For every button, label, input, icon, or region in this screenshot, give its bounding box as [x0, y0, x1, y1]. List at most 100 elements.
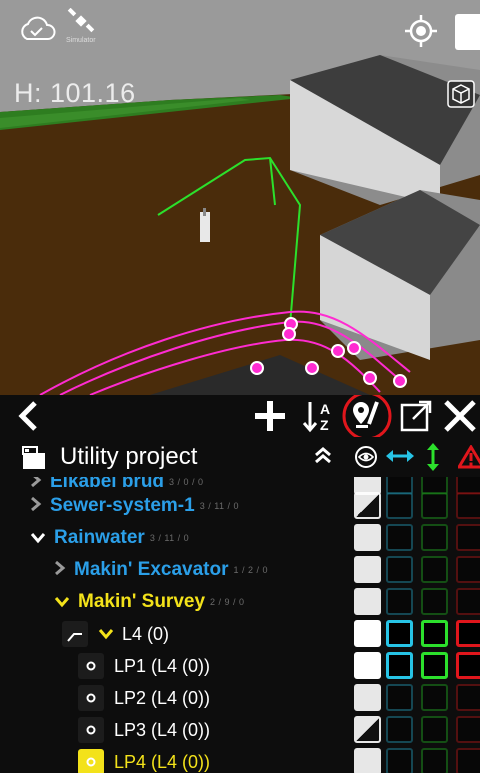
- visibility-toggle[interactable]: [354, 556, 381, 583]
- satellite-icon[interactable]: [66, 7, 96, 39]
- chevron-left-icon: [18, 401, 37, 431]
- plus-icon: [255, 401, 285, 431]
- visibility-toggle[interactable]: [354, 748, 381, 773]
- row-state-cells: [350, 522, 480, 554]
- tree-row-label: Sewer-system-1: [50, 495, 195, 516]
- tree-row-count: 3 / 0 / 0: [169, 477, 204, 487]
- sort-button[interactable]: AZ: [300, 395, 340, 437]
- tree-row[interactable]: LP3 (L4 (0)): [0, 714, 345, 746]
- warning-toggle[interactable]: [456, 652, 480, 679]
- visibility-toggle[interactable]: [354, 588, 381, 615]
- horizontal-toggle[interactable]: [386, 620, 413, 647]
- height-readout: H: 101.16: [14, 78, 136, 108]
- tree-row[interactable]: Makin' Excavator 1 / 2 / 0: [0, 554, 399, 586]
- vertical-arrows-icon[interactable]: [425, 443, 441, 476]
- double-chevron-up-icon[interactable]: [313, 445, 333, 470]
- tree-row-label: LP3 (L4 (0)): [114, 719, 211, 740]
- svg-text:A: A: [320, 401, 330, 417]
- tree-row[interactable]: LP1 (L4 (0)): [0, 650, 345, 682]
- chevron-down-icon[interactable]: [54, 592, 70, 613]
- cube-view-icon[interactable]: [447, 80, 475, 113]
- close-icon: [444, 400, 476, 432]
- vertical-toggle[interactable]: [421, 556, 448, 583]
- tree-row-label: LP4 (L4 (0)): [114, 751, 211, 772]
- warning-toggle[interactable]: [456, 556, 480, 583]
- vertical-toggle[interactable]: [421, 652, 448, 679]
- tree-row[interactable]: Rainwater 3 / 11 / 0: [0, 522, 375, 554]
- warning-icon[interactable]: [456, 444, 480, 474]
- point-icon: [78, 749, 104, 773]
- open-external-icon: [400, 400, 432, 432]
- warning-toggle[interactable]: [456, 588, 480, 615]
- tree-row-label: Makin' Excavator: [74, 559, 229, 580]
- eye-icon[interactable]: [353, 445, 379, 474]
- horizontal-toggle[interactable]: [386, 588, 413, 615]
- chevron-right-icon[interactable]: [30, 496, 42, 517]
- visibility-toggle[interactable]: [354, 684, 381, 711]
- warning-toggle[interactable]: [456, 492, 480, 519]
- tree-row-label: Makin' Survey: [78, 591, 206, 612]
- svg-text:Z: Z: [320, 417, 329, 433]
- line-icon: [62, 621, 88, 647]
- tree-row-count: 3 / 11 / 0: [149, 533, 190, 543]
- expand-button[interactable]: [396, 395, 436, 437]
- tree-row-label: LP1 (L4 (0)): [114, 655, 211, 676]
- tree-row-count: 2 / 9 / 0: [210, 597, 245, 607]
- visibility-toggle[interactable]: [354, 652, 381, 679]
- warning-toggle[interactable]: [456, 684, 480, 711]
- warning-toggle[interactable]: [456, 716, 480, 743]
- row-state-cells: [350, 682, 480, 714]
- tree-row-count: 3 / 11 / 0: [199, 501, 240, 511]
- project-title: Utility project: [60, 443, 198, 470]
- warning-toggle[interactable]: [456, 748, 480, 773]
- tree-row[interactable]: Makin' Survey 2 / 9 / 0: [0, 586, 399, 618]
- point-icon: [78, 717, 104, 743]
- close-button[interactable]: [440, 395, 480, 437]
- chevron-down-icon[interactable]: [98, 624, 114, 645]
- back-button[interactable]: [10, 395, 46, 437]
- horizontal-toggle[interactable]: [386, 524, 413, 551]
- horizontal-toggle[interactable]: [386, 748, 413, 773]
- horizontal-toggle[interactable]: [386, 556, 413, 583]
- warning-toggle[interactable]: [456, 524, 480, 551]
- visibility-toggle[interactable]: [354, 492, 381, 519]
- chevron-down-icon[interactable]: [30, 528, 46, 549]
- visibility-toggle[interactable]: [354, 716, 381, 743]
- horizontal-toggle[interactable]: [386, 492, 413, 519]
- layers-icon[interactable]: [455, 14, 480, 50]
- map-3d-view[interactable]: [0, 0, 480, 395]
- edit-point-button[interactable]: [340, 395, 394, 440]
- point-icon: [78, 685, 104, 711]
- add-button[interactable]: [250, 395, 290, 437]
- folder-icon: [22, 446, 45, 469]
- tree-row-count: 1 / 2 / 0: [233, 565, 269, 575]
- tree-row-label: LP2 (L4 (0)): [114, 687, 211, 708]
- row-state-cells: [350, 618, 480, 650]
- horizontal-arrows-icon[interactable]: [386, 447, 414, 470]
- vertical-toggle[interactable]: [421, 748, 448, 773]
- vertical-toggle[interactable]: [421, 716, 448, 743]
- horizontal-toggle[interactable]: [386, 684, 413, 711]
- tree-row-label: L4 (0): [122, 623, 170, 644]
- vertical-toggle[interactable]: [421, 524, 448, 551]
- locate-icon[interactable]: [404, 14, 438, 53]
- horizontal-toggle[interactable]: [386, 652, 413, 679]
- vertical-toggle[interactable]: [421, 492, 448, 519]
- horizontal-toggle[interactable]: [386, 716, 413, 743]
- tree-row-label: Rainwater: [54, 527, 145, 548]
- tree-row[interactable]: L4 (0): [0, 618, 345, 650]
- tree-row[interactable]: Sewer-system-1 3 / 11 / 0: [0, 490, 375, 522]
- vertical-toggle[interactable]: [421, 588, 448, 615]
- cloud-icon[interactable]: [18, 14, 56, 47]
- chevron-right-icon[interactable]: [54, 560, 66, 581]
- tree-row[interactable]: LP2 (L4 (0)): [0, 682, 345, 714]
- vertical-toggle[interactable]: [421, 684, 448, 711]
- project-panel: AZ Utility project Elkabel brud 3 / 0 / 0…: [0, 395, 480, 773]
- tree-row[interactable]: LP4 (L4 (0)): [0, 746, 345, 773]
- warning-toggle[interactable]: [456, 620, 480, 647]
- vertical-toggle[interactable]: [421, 620, 448, 647]
- project-header: Utility project: [0, 437, 480, 477]
- visibility-toggle[interactable]: [354, 620, 381, 647]
- row-state-cells: [350, 714, 480, 746]
- visibility-toggle[interactable]: [354, 524, 381, 551]
